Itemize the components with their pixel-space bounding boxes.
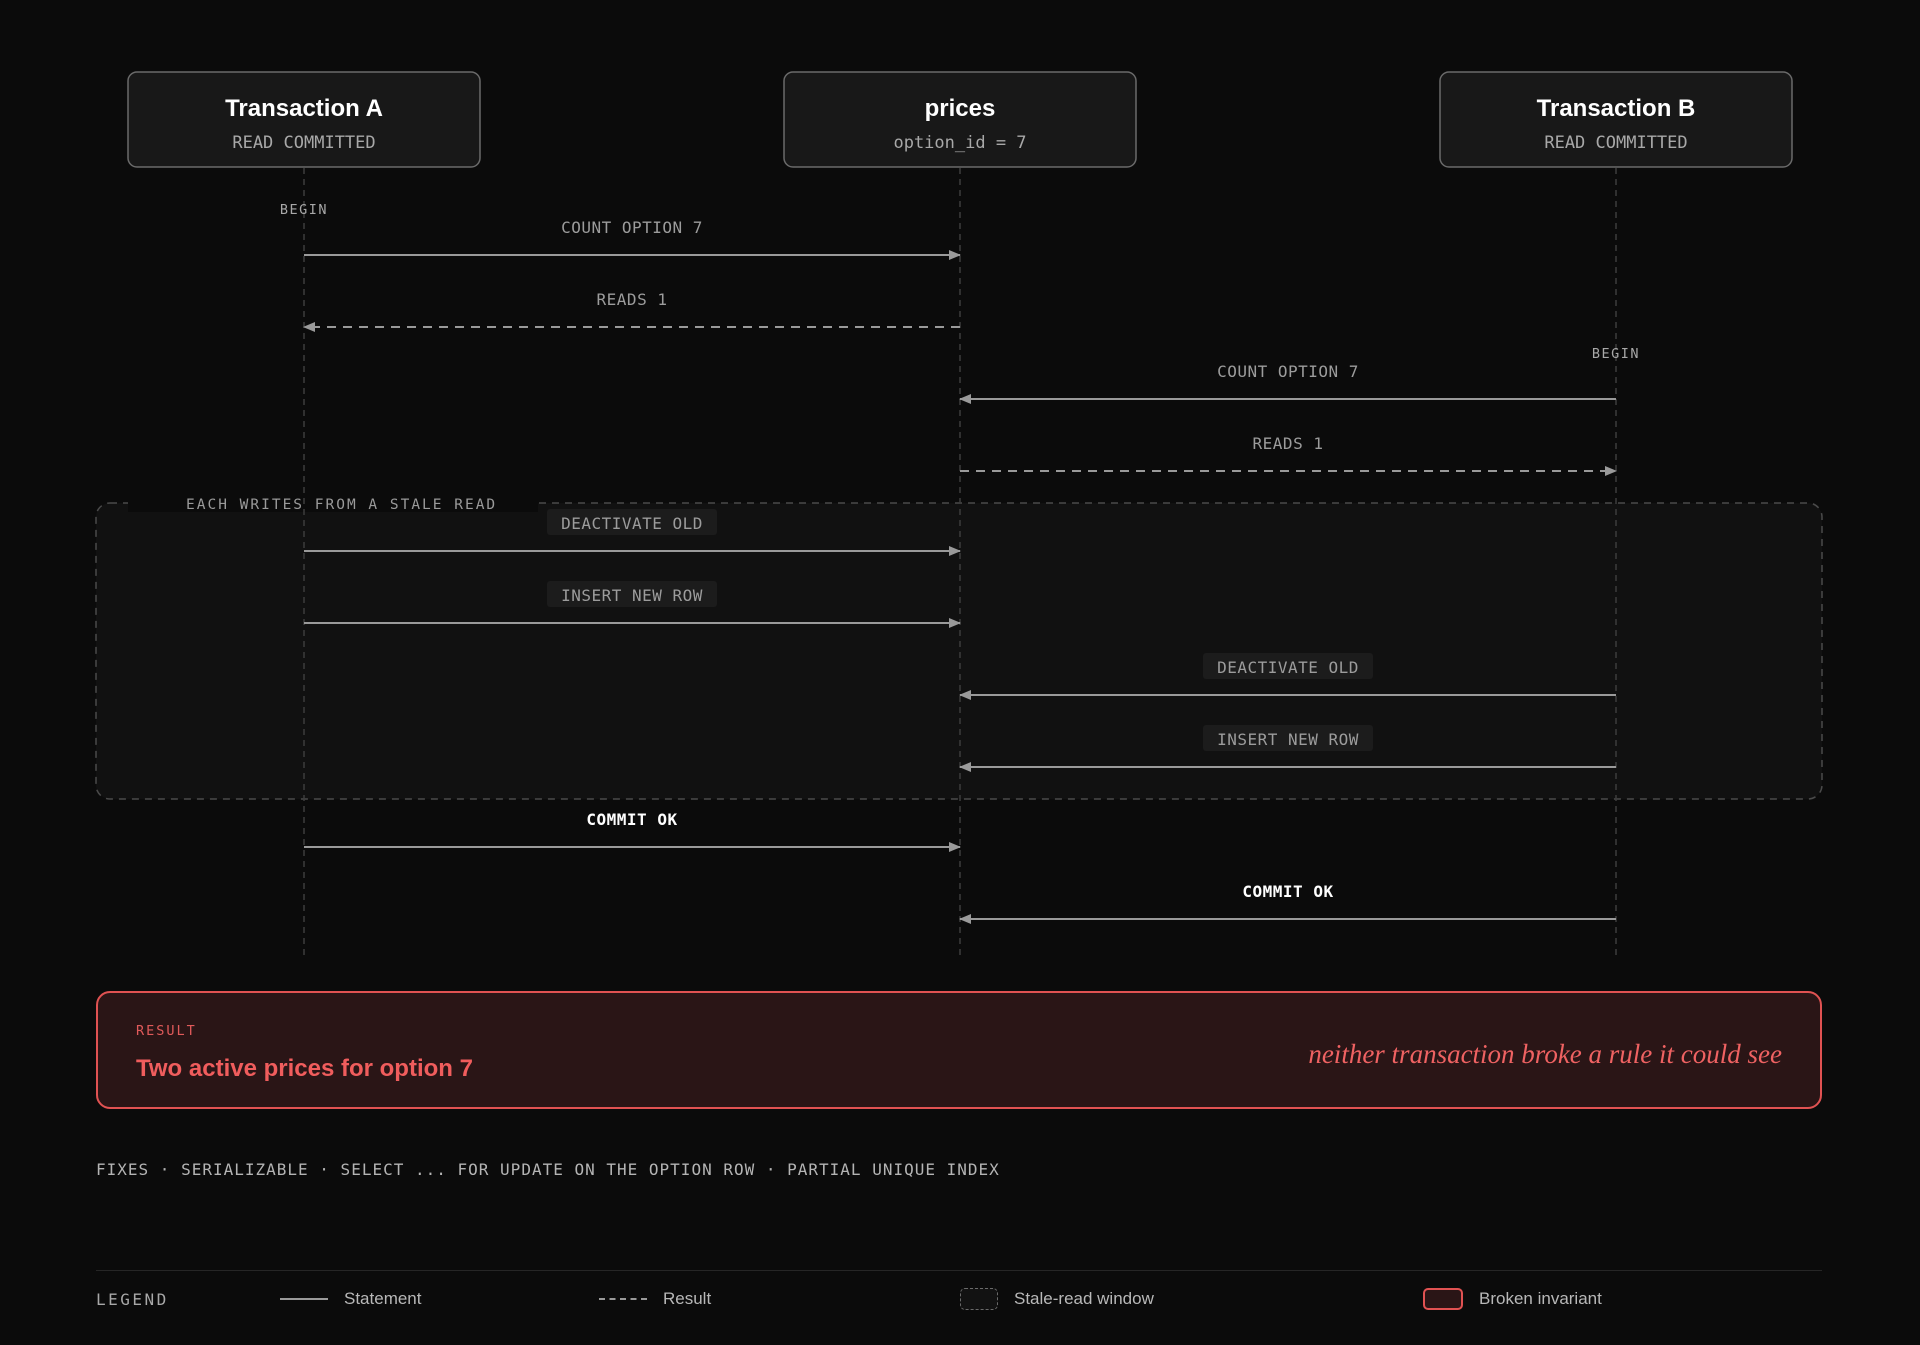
result-box: RESULT Two active prices for option 7 ne… [96,991,1822,1109]
statement-line-swatch [280,1298,328,1300]
message-label: INSERT NEW ROW [561,586,703,605]
result-dash-swatch [599,1298,647,1300]
message-label: READS 1 [597,290,668,309]
sequence-diagram: EACH WRITES FROM A STALE READ Transactio… [95,71,1823,958]
begin-label-b: BEGIN [1592,346,1640,362]
result-note: neither transaction broke a rule it coul… [1308,1039,1782,1069]
begin-label-a: BEGIN [280,202,328,218]
message-9: COMMIT OK [304,810,961,852]
fixes-line: FIXES · SERIALIZABLE · SELECT ... FOR UP… [96,1160,1000,1179]
message-2: READS 1 [303,290,960,332]
actor-subtitle: READ COMMITTED [1544,133,1687,153]
stale-window-label: EACH WRITES FROM A STALE READ [186,497,497,513]
actor-transaction-b: Transaction B READ COMMITTED [1439,71,1793,168]
actor-prices: prices option_id = 7 [783,71,1137,168]
actor-title: Transaction B [1537,95,1696,122]
message-4: READS 1 [960,434,1617,476]
legend: LEGEND Statement Result Stale-read windo… [96,1284,1822,1314]
legend-label: Statement [344,1289,422,1308]
legend-label: Stale-read window [1014,1289,1154,1308]
actor-subtitle: READ COMMITTED [232,133,375,153]
message-label: COMMIT OK [586,810,677,829]
legend-label: Result [663,1289,712,1308]
actor-title: prices [925,95,996,122]
message-label: INSERT NEW ROW [1217,730,1359,749]
legend-item-statement: Statement [280,1284,422,1314]
message-label: COUNT OPTION 7 [1217,362,1359,381]
message-label: DEACTIVATE OLD [1217,658,1359,677]
message-1: COUNT OPTION 7 [304,218,961,260]
actor-transaction-a: Transaction A READ COMMITTED [127,71,481,168]
legend-item-broken: Broken invariant [1423,1284,1602,1314]
legend-item-result: Result [599,1284,711,1314]
message-label: COUNT OPTION 7 [561,218,703,237]
actor-title: Transaction A [225,95,383,122]
message-10: COMMIT OK [959,882,1616,924]
result-title: Two active prices for option 7 [136,1055,473,1082]
legend-divider [96,1270,1822,1271]
message-label: READS 1 [1253,434,1324,453]
broken-invariant-swatch [1423,1288,1463,1310]
legend-title: LEGEND [96,1290,169,1309]
actor-subtitle: option_id = 7 [893,133,1026,153]
legend-label: Broken invariant [1479,1289,1602,1308]
stale-read-window: EACH WRITES FROM A STALE READ [95,494,1823,800]
legend-item-stale: Stale-read window [960,1284,1154,1314]
result-kicker: RESULT [136,1023,197,1039]
stale-window-swatch [960,1288,998,1310]
message-3: COUNT OPTION 7 [959,362,1616,404]
message-label: DEACTIVATE OLD [561,514,703,533]
message-label: COMMIT OK [1242,882,1333,901]
